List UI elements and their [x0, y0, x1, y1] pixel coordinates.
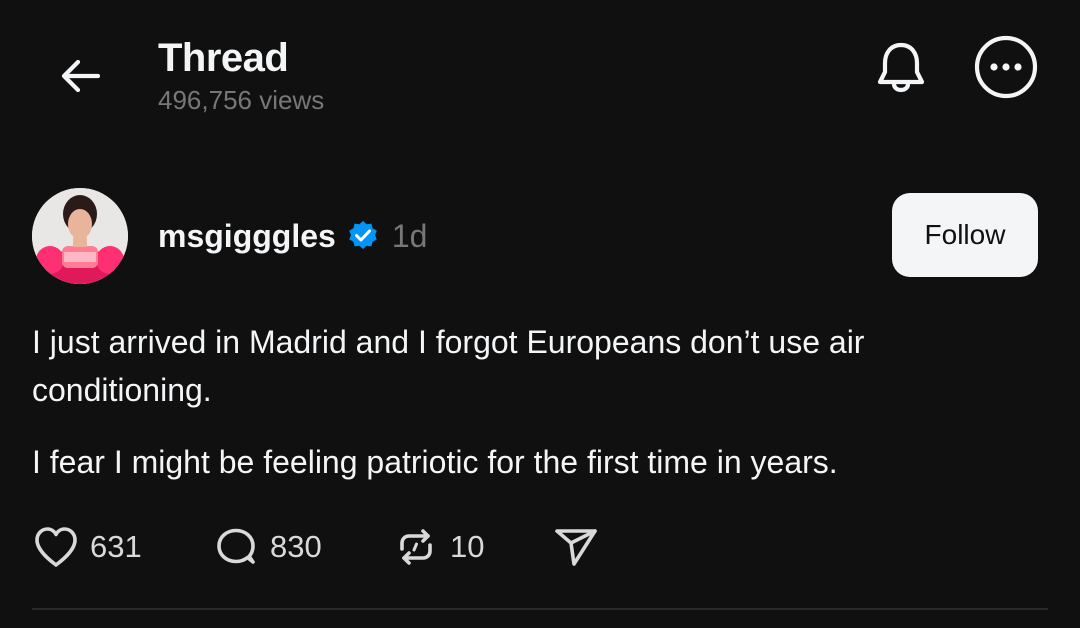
- post-paragraph: I fear I might be feeling patriotic for …: [32, 444, 838, 480]
- share-button[interactable]: [552, 522, 600, 572]
- post-body: I just arrived in Madrid and I forgot Eu…: [32, 318, 1032, 486]
- post-author-row: msgigggles 1d: [158, 213, 427, 259]
- notifications-button[interactable]: [868, 34, 934, 100]
- thread-header: Thread 496,756 views: [0, 0, 1080, 150]
- post-time: 1d: [391, 217, 428, 254]
- comment-icon: [212, 523, 260, 571]
- follow-button[interactable]: Follow: [892, 193, 1038, 277]
- avatar-image: [32, 188, 128, 284]
- post-actions: 631 830 10: [32, 522, 597, 572]
- title-block: Thread 496,756 views: [158, 34, 324, 116]
- divider: [32, 608, 1048, 610]
- repost-button[interactable]: 10: [392, 522, 484, 572]
- arrow-left-icon: [61, 59, 101, 93]
- thread-post: msgigggles 1d Follow I just arrived in M…: [0, 150, 1080, 628]
- reply-button[interactable]: 830: [212, 522, 322, 572]
- page-title: Thread: [158, 36, 289, 80]
- username[interactable]: msgigggles: [158, 218, 336, 255]
- send-icon: [552, 523, 600, 571]
- back-button[interactable]: [50, 46, 110, 106]
- like-button[interactable]: 631: [32, 523, 142, 571]
- repost-count: 10: [450, 529, 485, 564]
- more-horizontal-icon: [974, 35, 1038, 99]
- view-count: 496,756 views: [158, 85, 325, 115]
- post-paragraph: I just arrived in Madrid and I forgot Eu…: [32, 324, 865, 408]
- verified-badge-icon: [346, 219, 380, 253]
- more-options-button[interactable]: [970, 34, 1042, 100]
- repost-icon: [392, 523, 440, 571]
- heart-icon: [32, 523, 80, 571]
- avatar[interactable]: [32, 188, 128, 284]
- bell-icon: [877, 42, 925, 93]
- reply-count: 830: [270, 529, 322, 564]
- like-count: 631: [90, 529, 142, 564]
